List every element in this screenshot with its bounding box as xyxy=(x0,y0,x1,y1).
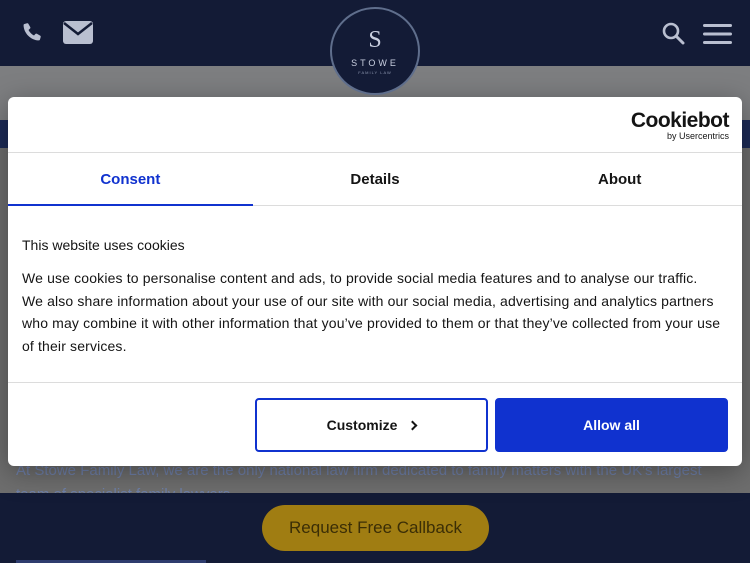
search-icon[interactable] xyxy=(662,22,685,50)
dialog-divider xyxy=(8,382,742,383)
phone-icon[interactable] xyxy=(21,20,43,49)
allow-all-button[interactable]: Allow all xyxy=(495,398,728,452)
site-logo[interactable]: S STOWE FAMILY LAW xyxy=(330,7,420,95)
dialog-body: This website uses cookies We use cookies… xyxy=(22,237,722,357)
request-callback-button[interactable]: Request Free Callback xyxy=(262,505,489,551)
dialog-text: We use cookies to personalise content an… xyxy=(22,270,721,354)
logo-sub: FAMILY LAW xyxy=(358,69,392,75)
menu-icon[interactable] xyxy=(703,24,732,49)
dialog-title: This website uses cookies xyxy=(22,237,185,253)
tab-about[interactable]: About xyxy=(497,153,742,205)
brand-sub: by Usercentrics xyxy=(666,131,729,141)
customize-button[interactable]: Customize xyxy=(255,398,488,452)
chevron-right-icon xyxy=(407,420,418,431)
logo-word: STOWE xyxy=(351,57,399,68)
logo-letter: S xyxy=(368,26,382,53)
envelope-icon[interactable] xyxy=(63,21,93,49)
tab-details[interactable]: Details xyxy=(253,153,498,205)
dialog-tabs: Consent Details About xyxy=(8,153,742,206)
tab-consent[interactable]: Consent xyxy=(8,153,253,206)
cookie-consent-dialog: Cookiebot by Usercentrics Consent Detail… xyxy=(8,97,742,466)
customize-label: Customize xyxy=(326,417,398,433)
dialog-header: Cookiebot by Usercentrics xyxy=(8,97,742,153)
cookiebot-logo: Cookiebot by Usercentrics xyxy=(630,109,730,141)
brand-name: Cookiebot xyxy=(630,109,730,132)
